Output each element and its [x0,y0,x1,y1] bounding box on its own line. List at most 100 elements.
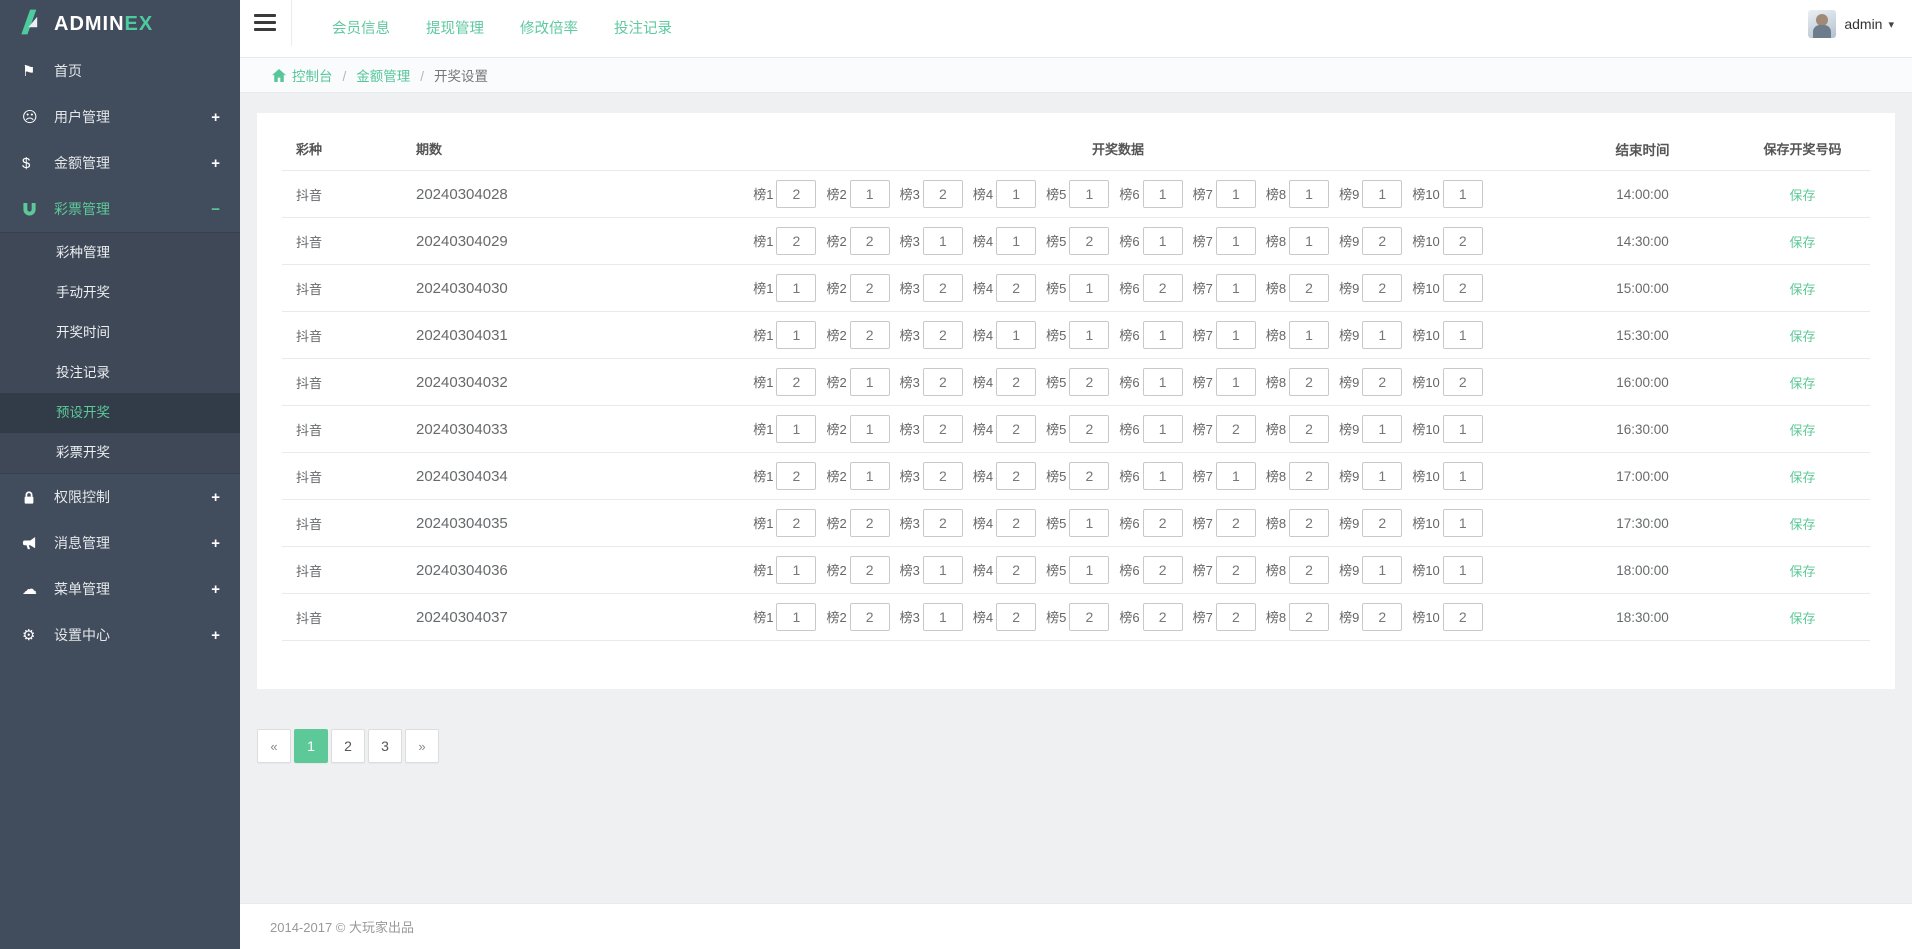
rank-1-input[interactable] [776,321,817,349]
rank-1-input[interactable] [776,180,817,208]
sidebar-item-settings[interactable]: ⚙ 设置中心 + [0,612,240,658]
rank-8-input[interactable] [1289,556,1330,584]
rank-10-input[interactable] [1442,180,1483,208]
save-link[interactable]: 保存 [1789,564,1815,579]
rank-10-input[interactable] [1442,274,1483,302]
sidebar-subitem-draw-time[interactable]: 开奖时间 [0,313,240,353]
rank-9-input[interactable] [1362,509,1403,537]
rank-8-input[interactable] [1289,321,1330,349]
rank-5-input[interactable] [1069,321,1110,349]
rank-3-input[interactable] [922,227,963,255]
rank-4-input[interactable] [996,415,1037,443]
rank-9-input[interactable] [1362,321,1403,349]
rank-10-input[interactable] [1442,556,1483,584]
sidebar-item-users[interactable]: ☹ 用户管理 + [0,94,240,140]
sidebar-item-permissions[interactable]: 权限控制 + [0,474,240,520]
menu-toggle-button[interactable] [240,0,292,46]
sidebar-subitem-lottery-types[interactable]: 彩种管理 [0,233,240,273]
rank-4-input[interactable] [996,556,1037,584]
rank-2-input[interactable] [849,321,890,349]
sidebar-subitem-lottery-draw[interactable]: 彩票开奖 [0,433,240,473]
breadcrumb-link-1[interactable]: 金额管理 [356,69,410,84]
rank-4-input[interactable] [996,274,1037,302]
topnav-link-3[interactable]: 投注记录 [614,17,672,38]
sidebar-subitem-bet-records[interactable]: 投注记录 [0,353,240,393]
pagination-page-1[interactable]: 1 [294,729,328,763]
rank-10-input[interactable] [1442,509,1483,537]
rank-3-input[interactable] [922,180,963,208]
rank-5-input[interactable] [1069,509,1110,537]
rank-8-input[interactable] [1289,368,1330,396]
rank-4-input[interactable] [996,603,1037,631]
sidebar-subitem-preset-draw[interactable]: 预设开奖 [0,393,240,433]
rank-3-input[interactable] [922,368,963,396]
rank-8-input[interactable] [1289,415,1330,443]
rank-7-input[interactable] [1215,368,1256,396]
save-link[interactable]: 保存 [1789,329,1815,344]
rank-1-input[interactable] [776,603,817,631]
rank-9-input[interactable] [1362,415,1403,443]
rank-4-input[interactable] [996,227,1037,255]
rank-1-input[interactable] [776,274,817,302]
rank-7-input[interactable] [1215,321,1256,349]
sidebar-item-lottery[interactable]: 彩票管理 − [0,186,240,232]
rank-6-input[interactable] [1142,415,1183,443]
pagination-prev-button[interactable]: « [257,729,291,763]
rank-1-input[interactable] [776,227,817,255]
rank-3-input[interactable] [922,321,963,349]
save-link[interactable]: 保存 [1789,423,1815,438]
rank-6-input[interactable] [1142,368,1183,396]
rank-7-input[interactable] [1215,462,1256,490]
rank-2-input[interactable] [849,415,890,443]
rank-7-input[interactable] [1215,274,1256,302]
rank-7-input[interactable] [1215,556,1256,584]
rank-6-input[interactable] [1142,180,1183,208]
rank-10-input[interactable] [1442,603,1483,631]
rank-8-input[interactable] [1289,227,1330,255]
rank-10-input[interactable] [1442,415,1483,443]
rank-6-input[interactable] [1142,462,1183,490]
rank-1-input[interactable] [776,462,817,490]
rank-10-input[interactable] [1442,462,1483,490]
rank-7-input[interactable] [1215,603,1256,631]
rank-3-input[interactable] [922,274,963,302]
sidebar-item-finance[interactable]: $ 金额管理 + [0,140,240,186]
rank-8-input[interactable] [1289,462,1330,490]
rank-10-input[interactable] [1442,368,1483,396]
pagination-page-3[interactable]: 3 [368,729,402,763]
rank-10-input[interactable] [1442,321,1483,349]
rank-5-input[interactable] [1069,368,1110,396]
rank-3-input[interactable] [922,556,963,584]
rank-7-input[interactable] [1215,227,1256,255]
rank-9-input[interactable] [1362,274,1403,302]
rank-9-input[interactable] [1362,368,1403,396]
rank-1-input[interactable] [776,368,817,396]
rank-6-input[interactable] [1142,321,1183,349]
rank-7-input[interactable] [1215,509,1256,537]
rank-1-input[interactable] [776,415,817,443]
rank-5-input[interactable] [1069,603,1110,631]
rank-10-input[interactable] [1442,227,1483,255]
rank-5-input[interactable] [1069,274,1110,302]
rank-4-input[interactable] [996,180,1037,208]
rank-5-input[interactable] [1069,556,1110,584]
rank-5-input[interactable] [1069,462,1110,490]
rank-9-input[interactable] [1362,227,1403,255]
rank-7-input[interactable] [1215,180,1256,208]
rank-2-input[interactable] [849,368,890,396]
topnav-link-2[interactable]: 修改倍率 [520,17,578,38]
breadcrumb-link-0[interactable]: 控制台 [292,69,333,84]
rank-2-input[interactable] [849,603,890,631]
rank-6-input[interactable] [1142,227,1183,255]
rank-9-input[interactable] [1362,603,1403,631]
topnav-link-0[interactable]: 会员信息 [332,17,390,38]
rank-3-input[interactable] [922,415,963,443]
save-link[interactable]: 保存 [1789,376,1815,391]
rank-4-input[interactable] [996,509,1037,537]
sidebar-item-messages[interactable]: 消息管理 + [0,520,240,566]
user-menu[interactable]: admin ▾ [1808,0,1912,38]
rank-2-input[interactable] [849,462,890,490]
rank-6-input[interactable] [1142,509,1183,537]
rank-2-input[interactable] [849,509,890,537]
sidebar-subitem-manual-draw[interactable]: 手动开奖 [0,273,240,313]
